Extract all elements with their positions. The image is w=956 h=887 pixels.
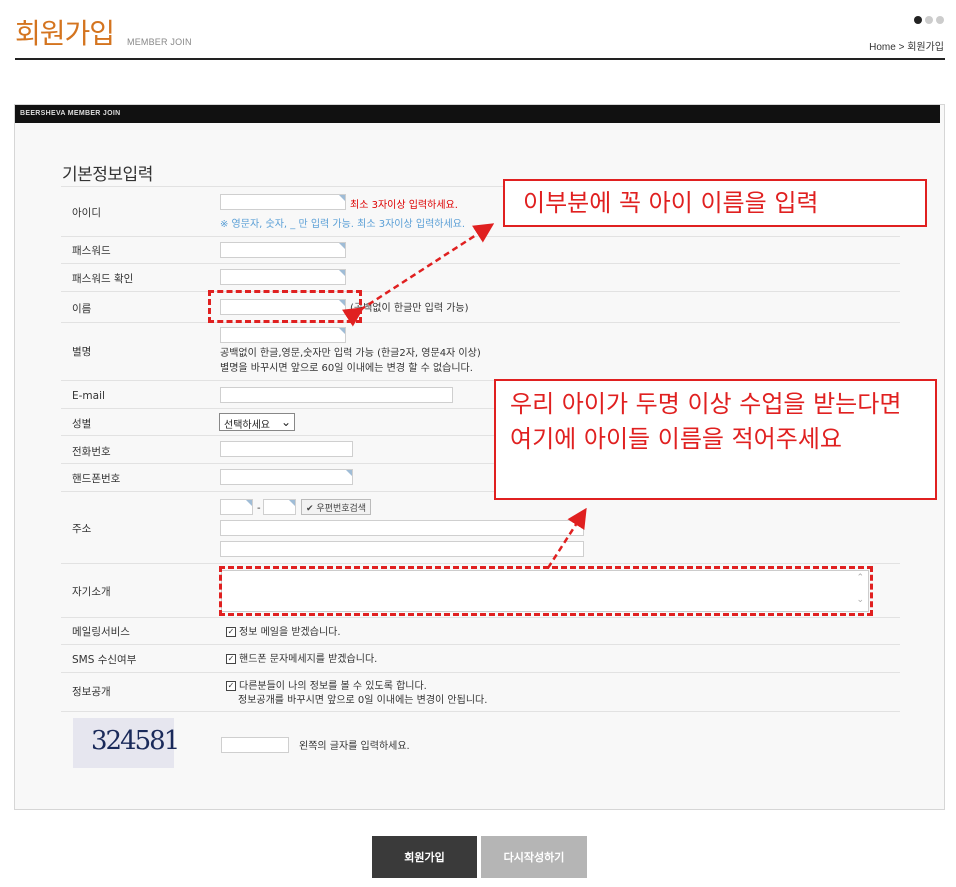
annotation-note-name: 이부분에 꼭 아이 이름을 입력 <box>503 179 927 227</box>
annotation-arrow-intro <box>546 507 587 569</box>
annotation-note-multiple: 우리 아이가 두명 이상 수업을 받는다면 여기에 아이들 이름을 적어주세요 <box>494 379 937 500</box>
annotation-arrow-name <box>341 223 495 327</box>
